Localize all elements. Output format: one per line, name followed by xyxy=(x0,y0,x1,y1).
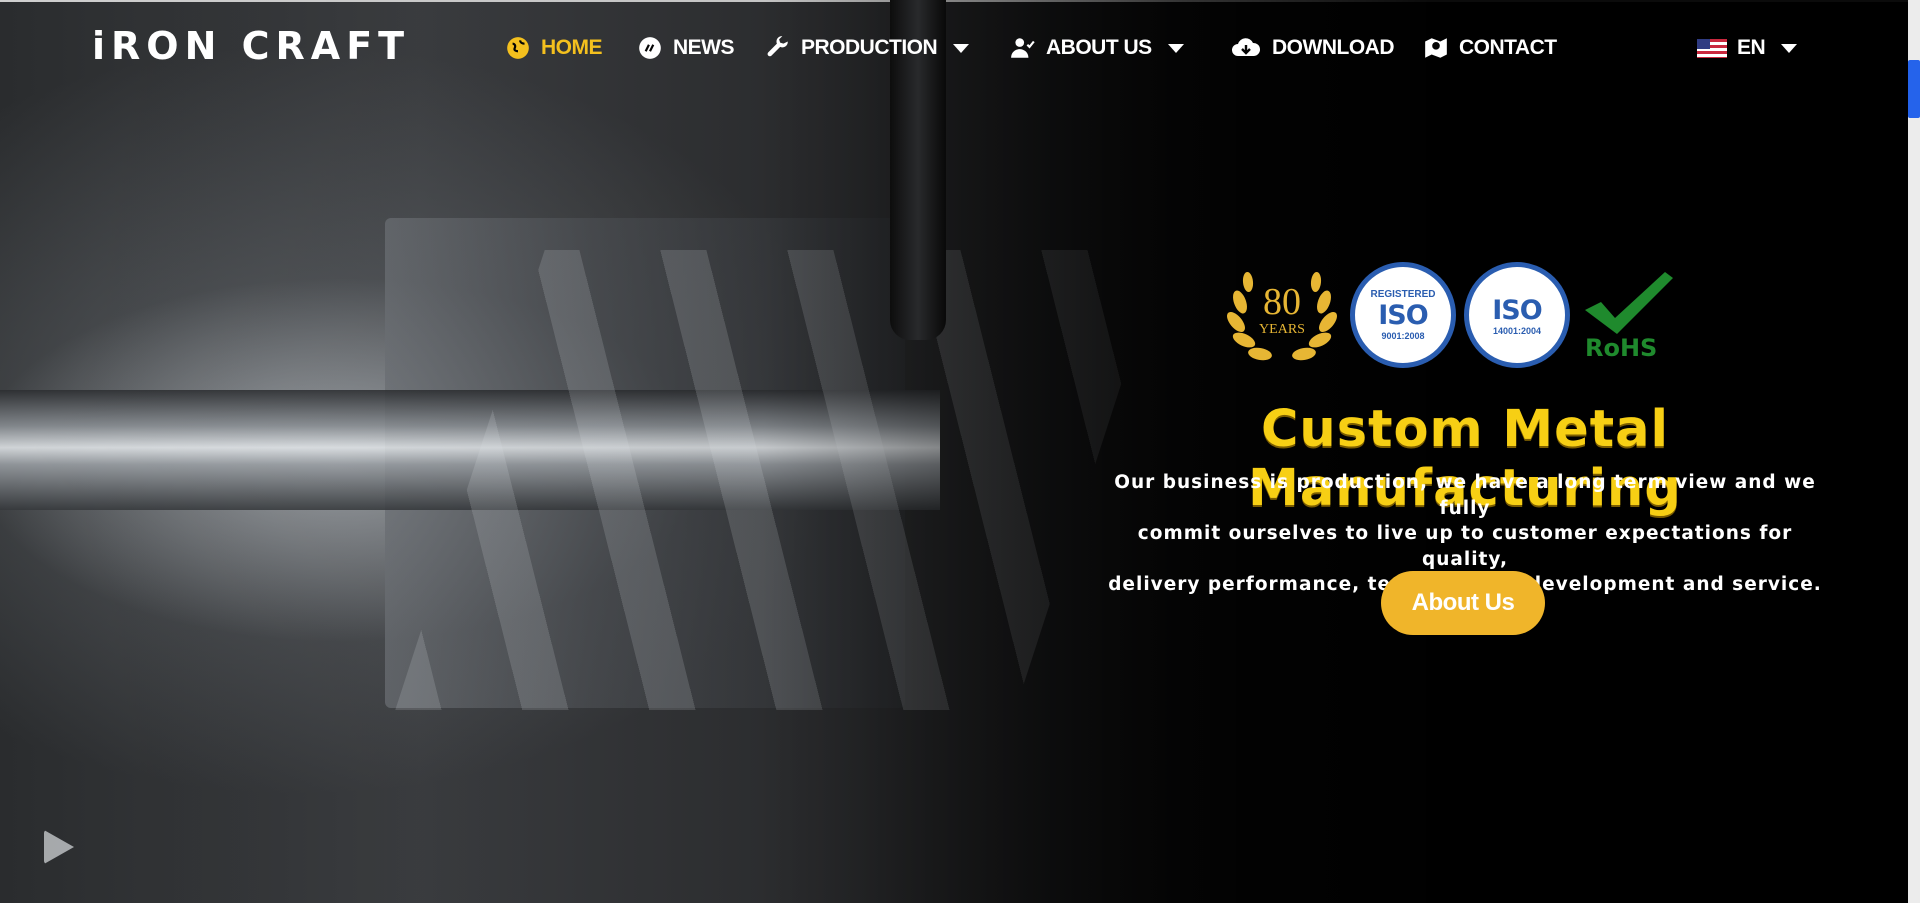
iso2-code-label: 14001:2004 xyxy=(1492,325,1542,336)
checkmark-icon xyxy=(1585,272,1673,334)
scrollbar-thumb[interactable] xyxy=(1908,60,1920,118)
nav-production-label: PRODUCTION xyxy=(801,36,938,59)
chevron-down-icon xyxy=(1167,43,1184,53)
years-label: YEARS xyxy=(1259,322,1305,337)
user-check-icon xyxy=(1011,38,1035,58)
hero-description-line: commit ourselves to live up to customer … xyxy=(1137,523,1793,570)
iso1-registered-label: REGISTERED xyxy=(1370,289,1436,300)
map-marker-icon xyxy=(1425,38,1447,58)
language-selector[interactable]: EN xyxy=(1697,30,1798,66)
rohs-label: RoHS xyxy=(1585,334,1658,362)
chevron-down-icon xyxy=(1781,43,1798,53)
nav-home-label: HOME xyxy=(541,36,603,59)
nav-download[interactable]: DOWNLOAD xyxy=(1230,30,1394,66)
nav-about[interactable]: ABOUT US xyxy=(1010,30,1184,66)
nav-contact[interactable]: CONTACT xyxy=(1423,30,1557,66)
hero-description-line: Our business is production, we have a lo… xyxy=(1114,472,1816,519)
wrench-icon xyxy=(767,36,788,57)
years-number: 80 xyxy=(1263,281,1301,323)
play-icon[interactable] xyxy=(44,830,74,864)
news-icon xyxy=(639,37,661,59)
us-flag-icon xyxy=(1697,38,1727,58)
iso-9001-badge: REGISTERED ISO 9001:2008 xyxy=(1350,262,1456,368)
site-logo[interactable]: iRON CRAFT xyxy=(92,24,410,68)
nav-contact-label: CONTACT xyxy=(1459,36,1557,59)
cloud-download-icon xyxy=(1232,38,1261,56)
iso1-main-label: ISO xyxy=(1378,300,1428,331)
globe-icon xyxy=(507,37,529,59)
chevron-down-icon xyxy=(953,43,970,53)
scrollbar[interactable] xyxy=(1908,0,1920,903)
nav-news[interactable]: NEWS xyxy=(637,30,735,66)
nav-download-label: DOWNLOAD xyxy=(1272,36,1394,59)
language-label: EN xyxy=(1737,36,1766,59)
nav-about-label: ABOUT US xyxy=(1046,36,1152,59)
iso-14001-badge: ISO 14001:2004 xyxy=(1464,262,1570,368)
about-us-button[interactable]: About Us xyxy=(1381,571,1545,635)
iso2-main-label: ISO xyxy=(1492,294,1542,326)
iso1-code-label: 9001:2008 xyxy=(1381,331,1425,341)
rohs-badge: RoHS xyxy=(1581,270,1677,366)
nav-news-label: NEWS xyxy=(673,36,735,59)
nav-home[interactable]: HOME xyxy=(505,30,603,66)
certification-badges: 80 YEARS REGISTERED ISO 9001:2008 ISO 14… xyxy=(1226,262,1686,374)
80-years-laurel-badge: 80 YEARS xyxy=(1226,262,1338,368)
nav-production[interactable]: PRODUCTION xyxy=(765,30,970,66)
